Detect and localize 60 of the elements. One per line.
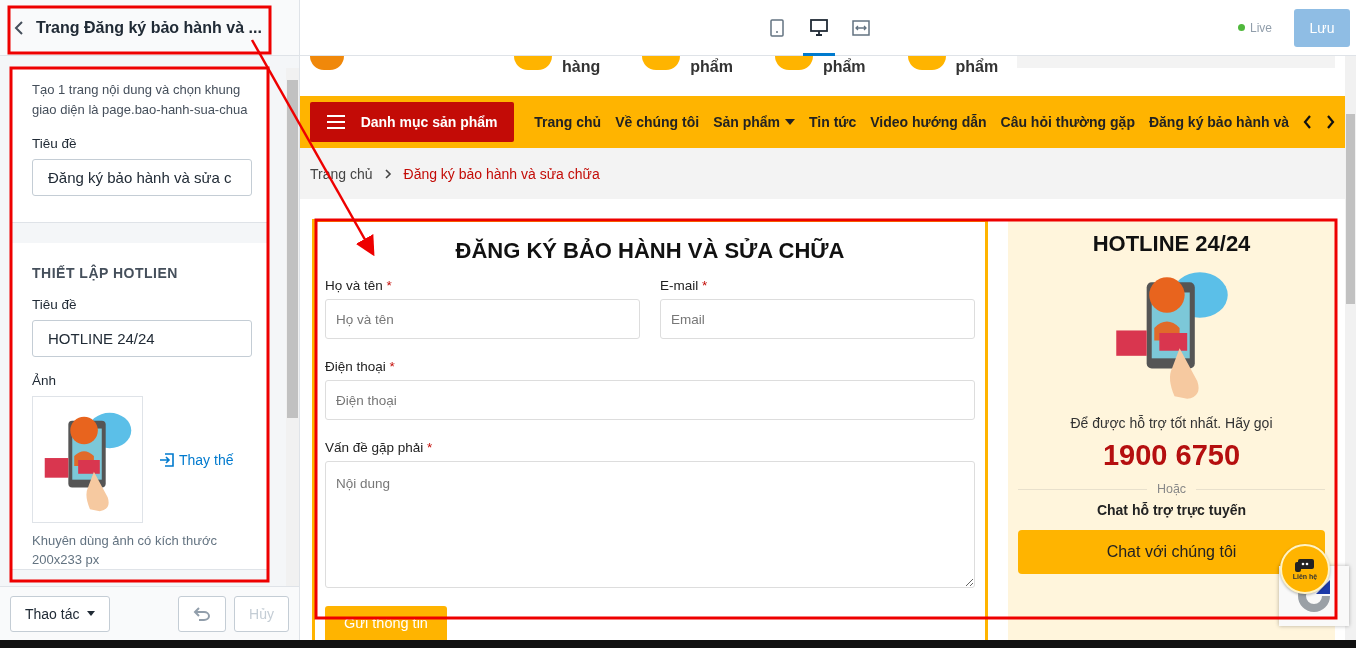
replace-image-link[interactable]: Thay thế	[159, 451, 234, 468]
shortcut-icon	[514, 56, 552, 70]
shortcut-icon	[642, 56, 681, 70]
field-label: Tiêu đề	[32, 297, 78, 312]
message-textarea[interactable]: Nội dung	[325, 461, 975, 588]
nav-link[interactable]: Câu hỏi thường gặp	[1000, 114, 1135, 131]
hotline-title-input[interactable]: HOTLINE 24/24	[32, 320, 252, 357]
form-title: ĐĂNG KÝ BẢO HÀNH VÀ SỬA CHỮA	[454, 238, 846, 264]
import-icon	[159, 451, 175, 468]
field-label: Ảnh	[32, 373, 58, 388]
hotline-title: HOTLINE 24/24	[1092, 231, 1251, 257]
scrollbar[interactable]	[1345, 56, 1356, 640]
field-label: Tiêu đề	[32, 136, 78, 151]
back-button[interactable]	[14, 20, 24, 35]
hotline-text: Để được hỗ trợ tốt nhất. Hãy gọi	[1070, 415, 1273, 431]
nav-link[interactable]: Tin tức	[809, 114, 857, 131]
chat-icon	[1295, 558, 1315, 573]
chat-title: Chat hỗ trợ trực tuyến	[1096, 502, 1247, 518]
desktop-icon	[810, 19, 828, 36]
section-heading: THIẾT LẬP HOTLIEN	[32, 265, 179, 281]
expand-width-icon	[852, 19, 870, 36]
shortcut-label[interactable]: phẩm	[955, 57, 999, 77]
panel-title: Trang Đăng ký bảo hành và ...	[36, 18, 262, 37]
title-input[interactable]: Đăng ký bảo hành và sửa c	[32, 159, 252, 196]
field-label: Họ và tên *	[325, 278, 393, 293]
breadcrumb-link[interactable]: Đăng ký bảo hành và sửa chữa	[403, 165, 600, 182]
text-input[interactable]: Họ và tên	[325, 299, 640, 339]
divider-text: Hoặc	[1156, 482, 1187, 496]
actions-dropdown[interactable]: Thao tác	[10, 595, 111, 632]
nav-link[interactable]: Video hướng dẫn	[870, 114, 987, 131]
logo-fragment	[310, 56, 344, 70]
shortcut-label[interactable]: phẩm	[822, 57, 866, 77]
nav-link[interactable]: Sản phẩm	[713, 114, 796, 131]
chevron-right-icon	[384, 168, 392, 179]
shortcut-icon	[907, 56, 946, 70]
phone-number: 1900 6750	[1102, 439, 1241, 472]
shortcut-label[interactable]: phẩm	[690, 57, 733, 77]
scrollbar[interactable]	[286, 68, 299, 586]
instruction-text: Tạo 1 trang nội dung và chọn khung giao diện là page.bao-hanh-sua-chua	[32, 81, 249, 119]
field-label: Vấn đề gặp phải *	[325, 440, 434, 455]
image-hint: Khuyên dùng ảnh có kích thước 200x233 px	[32, 532, 218, 569]
shortcut-label[interactable]: hàng	[562, 57, 601, 77]
field-label: Điện thoại *	[325, 359, 396, 374]
shortcut-icon	[774, 56, 813, 70]
undo-icon	[193, 606, 212, 621]
caret-icon	[87, 611, 96, 616]
nav-link[interactable]: Đăng ký bảo hành và	[1148, 114, 1289, 131]
field-label: E-mail *	[660, 278, 709, 293]
text-input[interactable]: Email	[660, 299, 975, 339]
text-input[interactable]: Điện thoại	[325, 380, 975, 420]
search-field[interactable]	[1017, 56, 1335, 68]
menu-icon	[326, 115, 345, 130]
category-menu-button[interactable]: Danh mục sản phẩm	[310, 102, 515, 143]
nav-link[interactable]: Về chúng tôi	[615, 114, 700, 131]
nav-link[interactable]: Trang chủ	[534, 114, 602, 131]
live-status: Live	[1238, 20, 1272, 35]
chevron-right-icon[interactable]	[1326, 115, 1335, 130]
chat-button[interactable]: Chat với chúng tôi	[1018, 530, 1325, 574]
chevron-left-icon[interactable]	[1303, 115, 1312, 130]
tablet-icon	[770, 18, 784, 37]
